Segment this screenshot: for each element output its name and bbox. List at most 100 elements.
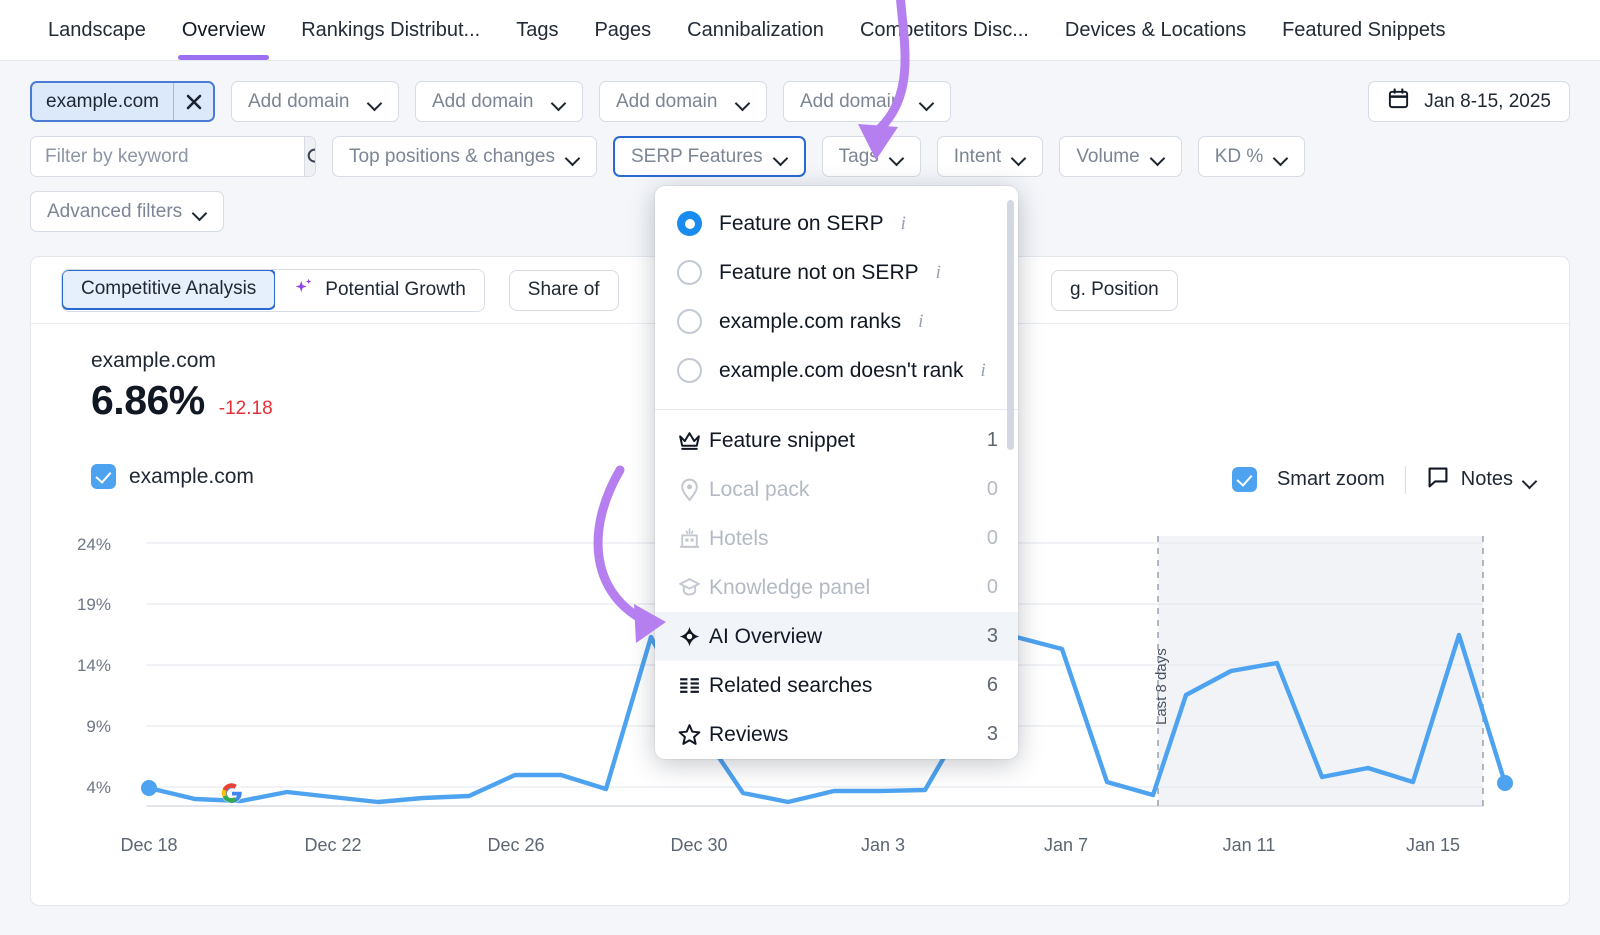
x-tick: Jan 7 (1006, 835, 1126, 856)
feature-item-ai-overview[interactable]: AI Overview 3 (655, 612, 1018, 661)
tab-label: Tags (516, 19, 558, 42)
feature-item-reviews[interactable]: Reviews 3 (655, 710, 1018, 759)
tab-landscape[interactable]: Landscape (30, 0, 164, 60)
feature-item-hotels[interactable]: Hotels 0 (655, 514, 1018, 563)
tab-label: Competitors Disc... (860, 19, 1029, 42)
feature-item-related-searches[interactable]: Related searches 6 (655, 661, 1018, 710)
add-domain-4[interactable]: Add domain (783, 81, 951, 122)
feature-count: 1 (987, 429, 998, 452)
info-icon[interactable]: i (918, 311, 923, 333)
legend-label: example.com (129, 465, 254, 489)
chevron-down-icon (369, 98, 382, 106)
hotel-icon (677, 526, 709, 551)
dropdown-radio-group: Feature on SERP i Feature not on SERP i … (655, 186, 1018, 405)
tab-overview[interactable]: Overview (164, 0, 283, 60)
stat-row: 6.86% -12.18 (91, 377, 273, 424)
divider (1405, 466, 1406, 494)
radio-feature-on-serp[interactable]: Feature on SERP i (655, 199, 1018, 248)
tab-label: Rankings Distribut... (301, 19, 480, 42)
info-icon[interactable]: i (936, 262, 941, 284)
stat-delta: -12.18 (219, 398, 273, 420)
add-domain-label: Add domain (616, 91, 717, 113)
tab-pages[interactable]: Pages (576, 0, 669, 60)
x-tick: Dec 18 (89, 835, 209, 856)
filter-serp-features[interactable]: SERP Features (613, 136, 806, 177)
filter-intent[interactable]: Intent (937, 136, 1044, 177)
dropdown-feature-list: Feature snippet 1 Local pack 0 (655, 410, 1018, 759)
add-domain-2[interactable]: Add domain (415, 81, 583, 122)
domain-row: example.com Add domain Add domain Add do… (30, 81, 951, 122)
radio-feature-not-on-serp[interactable]: Feature not on SERP i (655, 248, 1018, 297)
feature-label: Feature snippet (709, 429, 987, 453)
advanced-filters-label: Advanced filters (47, 201, 182, 223)
tab-devices-locations[interactable]: Devices & Locations (1047, 0, 1264, 60)
feature-count: 0 (987, 576, 998, 599)
app-root: Landscape Overview Rankings Distribut...… (0, 0, 1600, 935)
advanced-filters-button[interactable]: Advanced filters (30, 191, 224, 232)
chevron-down-icon (891, 153, 904, 161)
add-domain-1[interactable]: Add domain (231, 81, 399, 122)
search-input[interactable] (31, 137, 304, 176)
chip-share-of-voice[interactable]: Share of (509, 270, 619, 311)
x-tick: Dec 22 (273, 835, 393, 856)
notes-button[interactable]: Notes (1426, 465, 1537, 494)
chip-label: Share of (528, 279, 600, 301)
tab-cannibalization[interactable]: Cannibalization (669, 0, 842, 60)
radio-icon (677, 211, 702, 236)
feature-count: 0 (987, 527, 998, 550)
notes-label: Notes (1461, 468, 1513, 491)
x-tick: Jan 11 (1189, 835, 1309, 856)
feature-label: Related searches (709, 674, 987, 698)
search-input-wrap[interactable] (30, 136, 316, 177)
chip-label: Potential Growth (325, 279, 465, 301)
radio-label: example.com ranks (719, 310, 901, 334)
legend-checkbox[interactable] (91, 464, 116, 489)
chevron-down-icon (775, 153, 788, 161)
tab-label: Cannibalization (687, 19, 824, 42)
tab-competitors-discovery[interactable]: Competitors Disc... (842, 0, 1047, 60)
info-icon[interactable]: i (901, 213, 906, 235)
radio-domain-doesnt-rank[interactable]: example.com doesn't rank i (655, 346, 1018, 395)
radio-label: Feature on SERP (719, 212, 884, 236)
feature-item-feature-snippet[interactable]: Feature snippet 1 (655, 416, 1018, 465)
feature-count: 3 (987, 723, 998, 746)
feature-item-knowledge-panel[interactable]: Knowledge panel 0 (655, 563, 1018, 612)
close-icon[interactable] (173, 83, 213, 120)
filter-volume[interactable]: Volume (1059, 136, 1181, 177)
info-icon[interactable]: i (980, 360, 985, 382)
domain-chip-label: example.com (32, 83, 173, 120)
last-8-days-annotation: Last 8 days (1153, 648, 1170, 725)
filter-tags[interactable]: Tags (822, 136, 921, 177)
filter-kd[interactable]: KD % (1198, 136, 1306, 177)
chip-competitive-analysis[interactable]: Competitive Analysis (61, 269, 276, 310)
radio-domain-ranks[interactable]: example.com ranks i (655, 297, 1018, 346)
filter-top-positions[interactable]: Top positions & changes (332, 136, 597, 177)
chip-label: Competitive Analysis (81, 278, 256, 300)
tab-featured-snippets[interactable]: Featured Snippets (1264, 0, 1463, 60)
date-range-picker[interactable]: Jan 8-15, 2025 (1368, 81, 1570, 122)
radio-label: example.com doesn't rank (719, 359, 963, 383)
star-icon (677, 722, 709, 747)
chevron-down-icon (737, 98, 750, 106)
end-dot (1497, 775, 1513, 791)
chevron-down-icon (1152, 153, 1165, 161)
add-domain-3[interactable]: Add domain (599, 81, 767, 122)
map-pin-icon (677, 477, 709, 502)
serp-features-dropdown[interactable]: Feature on SERP i Feature not on SERP i … (655, 186, 1018, 759)
dropdown-scrollbar[interactable] (1007, 200, 1014, 450)
series-legend[interactable]: example.com (91, 464, 254, 489)
x-tick: Jan 3 (823, 835, 943, 856)
chip-avg-position[interactable]: g. Position (1051, 270, 1178, 311)
primary-tab-bar: Landscape Overview Rankings Distribut...… (0, 0, 1600, 61)
feature-count: 6 (987, 674, 998, 697)
search-icon[interactable] (304, 137, 316, 176)
feature-item-local-pack[interactable]: Local pack 0 (655, 465, 1018, 514)
chip-label: g. Position (1070, 279, 1159, 301)
radio-icon (677, 260, 702, 285)
tab-tags[interactable]: Tags (498, 0, 576, 60)
chip-potential-growth[interactable]: Potential Growth (275, 270, 483, 311)
filter-label: SERP Features (631, 146, 763, 168)
smart-zoom-checkbox[interactable] (1232, 467, 1257, 492)
domain-chip-selected[interactable]: example.com (30, 81, 215, 122)
tab-rankings-distribution[interactable]: Rankings Distribut... (283, 0, 498, 60)
